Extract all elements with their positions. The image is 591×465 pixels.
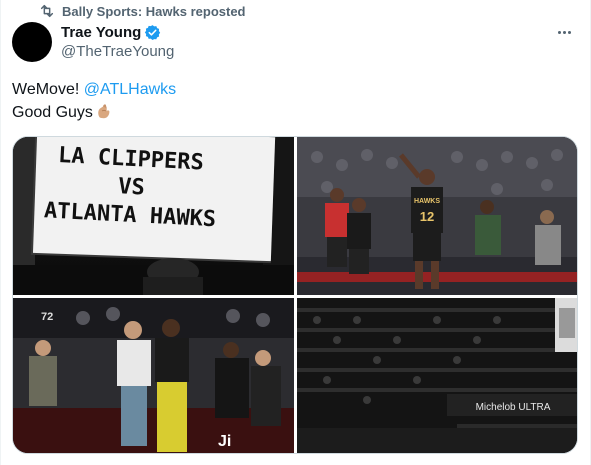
photo-player-celebration[interactable]: 12 HAWKS [297,137,577,295]
repost-icon [40,4,54,18]
tweet-text: WeMove! @ATLHawks Good Guys [12,78,176,124]
photo-clippers-vs-hawks-sign[interactable]: LA CLIPPERS VS ATLANTA HAWKS [13,137,294,295]
sign-line-2: VS [118,174,146,200]
author-name-row[interactable]: Trae Young [61,22,161,42]
verified-badge-icon [145,24,161,40]
jersey-text: HAWKS [414,198,440,205]
tweet-line-2: Good Guys [12,101,176,124]
more-dot-icon [562,30,566,34]
tweet-line-1: WeMove! @ATLHawks [12,78,176,101]
pinching-hand-emoji-icon [98,104,110,119]
banner-text: Michelob ULTRA [476,402,551,413]
court-text: Ji [218,433,231,450]
media-grid: LA CLIPPERS VS ATLANTA HAWKS 12 HAWKS 72… [12,136,578,454]
photo-arena-crowd[interactable]: Michelob ULTRA [297,298,577,453]
tweet-text-prefix: WeMove! [12,81,84,98]
repost-label: Bally Sports: Hawks reposted [62,3,246,19]
more-dot-icon [567,30,571,34]
mention-link[interactable]: @ATLHawks [84,81,176,98]
author-handle[interactable]: @TheTraeYoung [61,43,174,60]
jersey-number: 12 [420,209,434,224]
avatar[interactable] [12,22,52,62]
more-options-button[interactable] [554,24,574,40]
photo-courtside-celebrities[interactable]: 72 Ji [13,298,294,453]
author-name[interactable]: Trae Young [61,24,141,41]
more-dot-icon [557,30,561,34]
repost-context[interactable]: Bally Sports: Hawks reposted [39,3,246,19]
photo3-jersey-number: 72 [41,311,53,323]
tweet-text-line2: Good Guys [12,104,93,121]
tweet-card[interactable]: Bally Sports: Hawks reposted Trae Young … [0,0,591,465]
